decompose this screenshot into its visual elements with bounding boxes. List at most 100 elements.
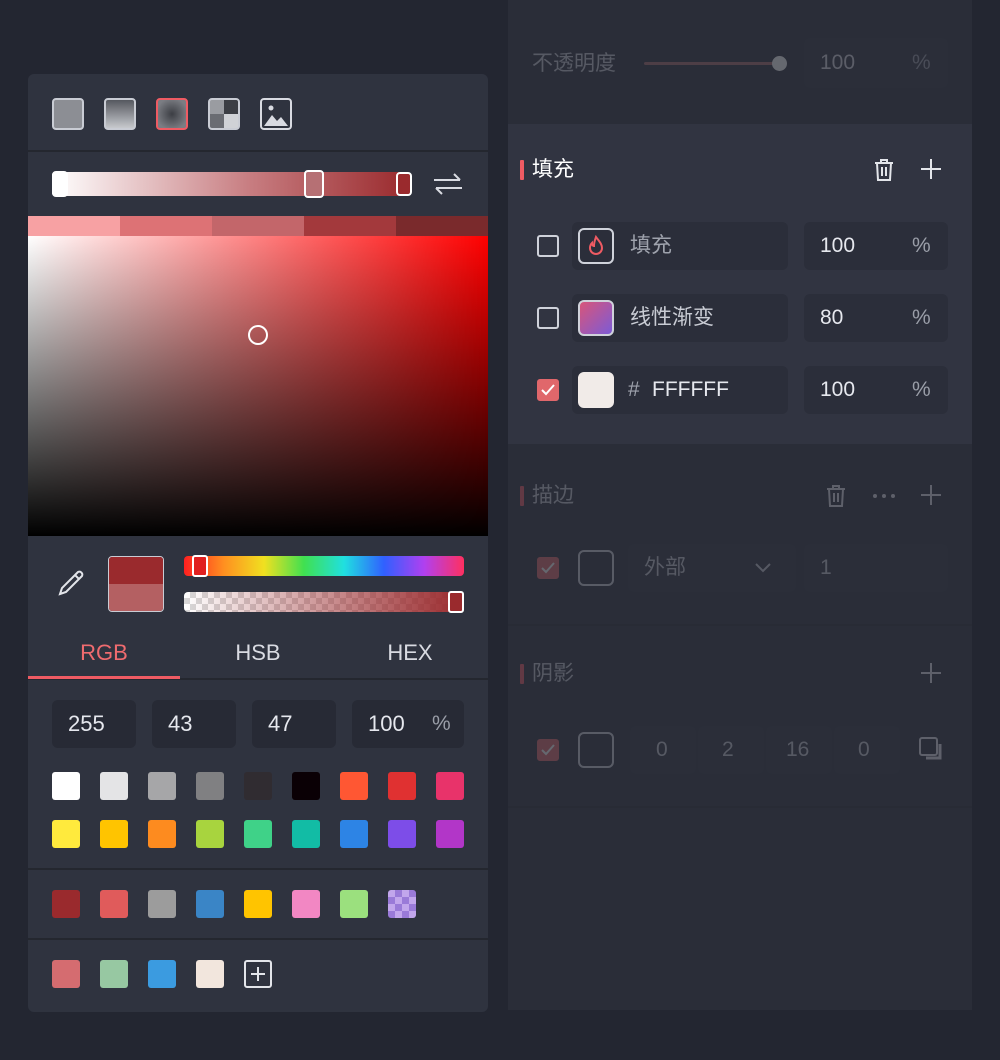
stroke-width-input[interactable]: 1 [804,544,948,592]
stroke-position-select[interactable]: 外部 [628,544,796,592]
document-color-swatch[interactable] [52,890,80,918]
color-swatch[interactable] [244,820,272,848]
add-shadow-icon[interactable] [918,660,944,686]
recent-color-swatch[interactable] [100,960,128,988]
white-color-swatch[interactable] [578,372,614,408]
alpha-slider[interactable] [184,592,464,612]
fill-title: 填充 [532,158,574,181]
shadow-y-input[interactable]: 2 [698,726,764,774]
shadow-spread-input[interactable]: 0 [834,726,900,774]
linear-gradient-swatch[interactable] [578,300,614,336]
fill-2-label: 线性渐变 [630,306,714,329]
percent-unit: % [432,712,451,735]
shadow-blur-value: 16 [786,738,810,761]
gradient-stop-handle[interactable] [304,170,324,198]
solid-fill-icon[interactable] [52,98,84,130]
tab-rgb[interactable]: RGB [28,638,180,668]
color-swatch[interactable] [436,820,464,848]
color-swatch[interactable] [52,820,80,848]
saturation-brightness-area[interactable] [28,236,488,536]
color-swatch[interactable] [340,820,368,848]
color-swatch[interactable] [100,772,128,800]
divider [508,806,972,808]
alpha-input[interactable]: 100 % [352,700,464,748]
fill-3-color-field[interactable]: # FFFFFF [572,366,788,414]
fill-3-checkbox[interactable] [537,379,559,401]
shadow-x-input[interactable]: 0 [630,726,696,774]
fill-1-checkbox[interactable] [537,235,559,257]
opacity-input[interactable]: 100 % [804,38,948,88]
fill-2-checkbox[interactable] [537,307,559,329]
tab-hex[interactable]: HEX [334,638,486,668]
blue-input[interactable]: 47 [252,700,336,748]
color-swatch[interactable] [196,772,224,800]
more-icon[interactable] [870,482,898,510]
recent-color-swatch[interactable] [148,960,176,988]
image-fill-icon[interactable] [260,98,292,130]
properties-panel: 不透明度 100 % 填充 填充 100 % 线性渐变 80 % # FFFFF… [508,0,972,1010]
radial-gradient-icon[interactable] [156,98,188,130]
add-swatch-icon[interactable] [244,960,272,988]
alpha-slider-thumb[interactable] [448,591,464,613]
color-swatch[interactable] [196,820,224,848]
hue-slider-thumb[interactable] [191,555,208,577]
color-swatch[interactable] [340,772,368,800]
color-swatch[interactable] [292,820,320,848]
divider [28,938,488,940]
color-swatch[interactable] [388,772,416,800]
color-swatch[interactable] [52,772,80,800]
shadow-blur-input[interactable]: 16 [766,726,832,774]
stroke-color-swatch[interactable] [578,550,614,586]
eyedropper-icon[interactable] [56,566,88,598]
trash-icon[interactable] [870,156,898,184]
tab-hsb[interactable]: HSB [182,638,334,668]
fill-3-opacity-input[interactable]: 100 % [804,366,948,414]
trash-icon[interactable] [822,482,850,510]
drop-icon[interactable] [578,228,614,264]
color-swatch[interactable] [436,772,464,800]
document-color-swatch[interactable] [244,890,272,918]
gradient-stop-handle-selected[interactable] [396,172,412,196]
fill-3-hex-value[interactable]: FFFFFF [652,378,729,402]
color-swatch[interactable] [244,772,272,800]
shadow-checkbox[interactable] [537,739,559,761]
color-swatch[interactable] [148,820,176,848]
document-color-swatch[interactable] [388,890,416,918]
color-swatch[interactable] [148,772,176,800]
color-picker-cursor[interactable] [248,325,268,345]
swap-icon[interactable] [432,172,464,196]
stroke-checkbox[interactable] [537,557,559,579]
recent-color-swatch[interactable] [52,960,80,988]
color-picker-panel: RGB HSB HEX 255 43 47 100 % [28,74,488,1012]
fill-1-opacity-input[interactable]: 100 % [804,222,948,270]
section-marker [520,664,524,684]
color-preview [108,556,164,612]
linear-gradient-icon[interactable] [104,98,136,130]
color-swatch[interactable] [100,820,128,848]
document-color-swatch[interactable] [100,890,128,918]
fill-1-opacity-value: 100 [820,234,856,257]
document-color-swatch[interactable] [292,890,320,918]
red-input[interactable]: 255 [52,700,136,748]
green-input[interactable]: 43 [152,700,236,748]
gradient-stops-bar[interactable] [52,172,408,196]
color-swatch[interactable] [292,772,320,800]
shadow-y-value: 2 [722,738,734,761]
opacity-slider-thumb[interactable] [772,56,787,71]
color-swatch[interactable] [388,820,416,848]
fill-2-opacity-input[interactable]: 80 % [804,294,948,342]
hue-slider[interactable] [184,556,464,576]
document-color-swatch[interactable] [340,890,368,918]
add-fill-icon[interactable] [918,156,944,182]
gradient-stop-handle[interactable] [52,171,68,197]
add-stroke-icon[interactable] [918,482,944,508]
recent-color-swatch[interactable] [196,960,224,988]
fill-1-type-field[interactable]: 填充 [572,222,788,270]
document-color-swatch[interactable] [196,890,224,918]
shadow-settings-icon[interactable] [918,736,946,764]
opacity-slider[interactable] [644,62,780,65]
document-color-swatch[interactable] [148,890,176,918]
angular-gradient-icon[interactable] [208,98,240,130]
shadow-color-swatch[interactable] [578,732,614,768]
fill-2-type-field[interactable]: 线性渐变 [572,294,788,342]
